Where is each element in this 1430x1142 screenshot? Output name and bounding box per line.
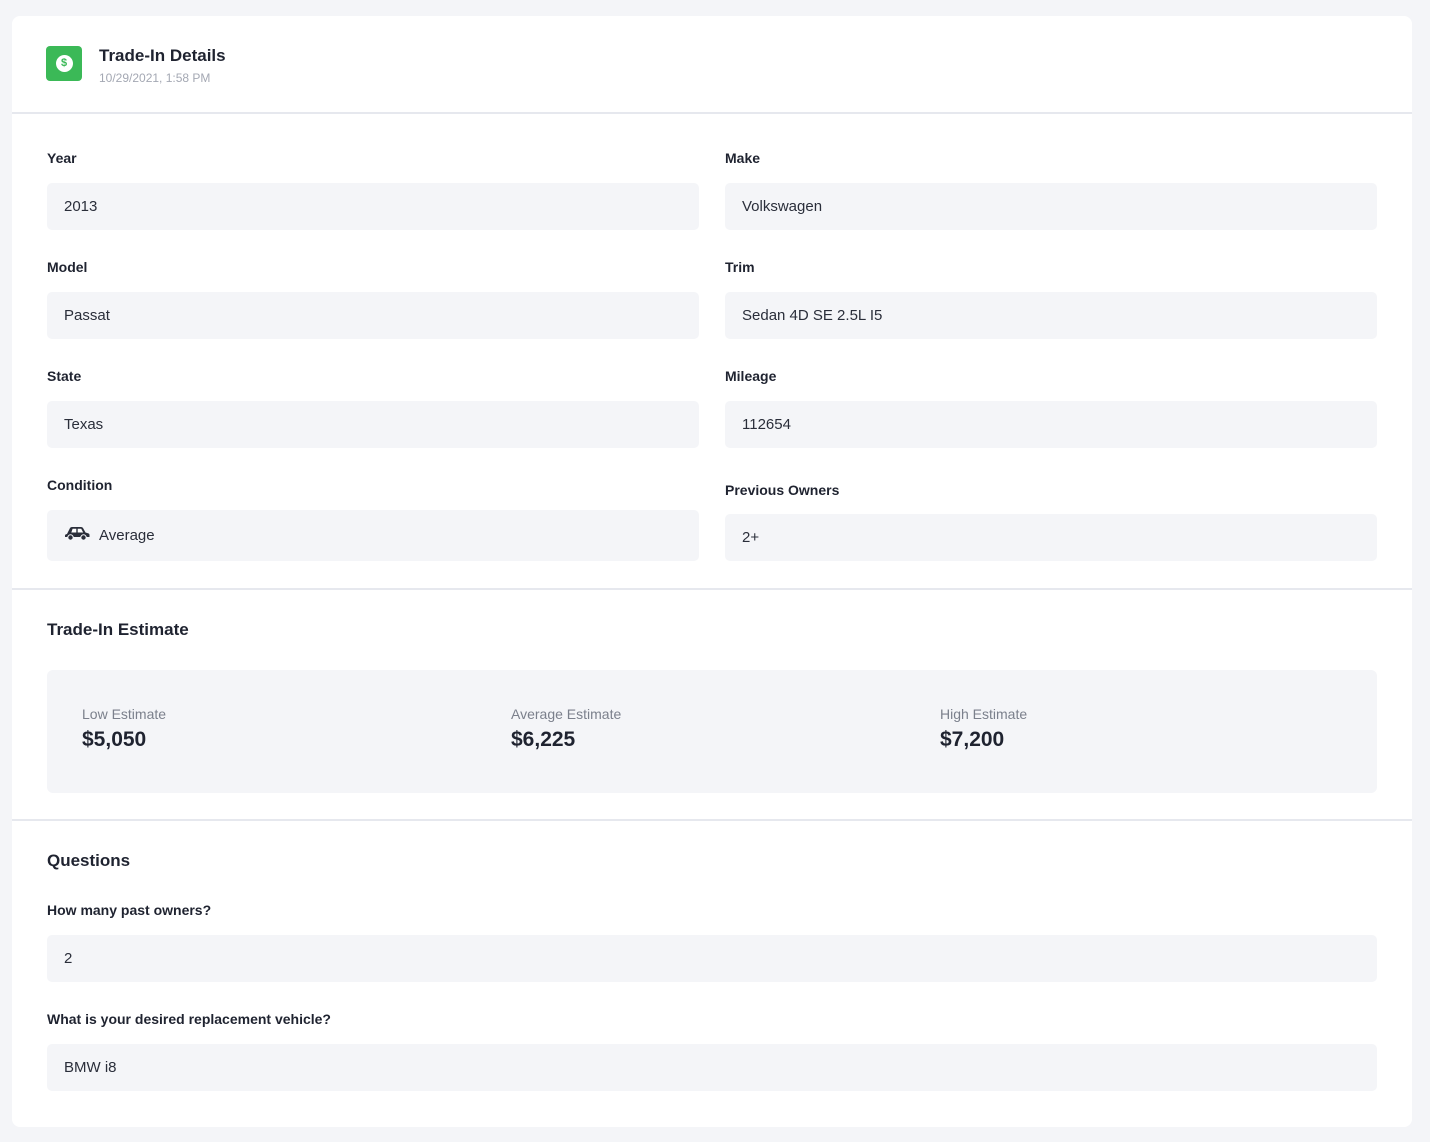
high-estimate-value: $7,200 — [940, 728, 1005, 751]
section-divider — [12, 588, 1412, 590]
trade-in-card: $ Trade-In Details 10/29/2021, 1:58 PM Y… — [12, 16, 1412, 1127]
dollar-coin-icon: $ — [46, 46, 82, 81]
dollar-glyph: $ — [55, 55, 73, 72]
question-label: How many past owners? — [47, 902, 212, 918]
previous-owners-label: Previous Owners — [725, 482, 840, 498]
condition-field[interactable]: Average — [47, 510, 699, 561]
condition-value: Average — [99, 527, 155, 544]
high-estimate: High Estimate $7,200 — [940, 706, 1027, 752]
make-field[interactable]: Volkswagen — [725, 183, 1377, 230]
low-estimate-value: $5,050 — [82, 728, 147, 751]
question-answer-field[interactable]: BMW i8 — [47, 1044, 1377, 1091]
condition-label: Condition — [47, 477, 113, 493]
low-estimate: Low Estimate $5,050 — [82, 706, 166, 752]
estimate-panel: Low Estimate $5,050 Average Estimate $6,… — [47, 670, 1377, 793]
low-estimate-label: Low Estimate — [82, 706, 167, 722]
model-field[interactable]: Passat — [47, 292, 699, 339]
questions-section-title: Questions — [47, 851, 131, 870]
card-header: $ Trade-In Details 10/29/2021, 1:58 PM — [12, 16, 1412, 114]
make-label: Make — [725, 150, 761, 166]
section-divider — [12, 819, 1412, 821]
average-estimate-value: $6,225 — [511, 728, 576, 751]
mileage-label: Mileage — [725, 368, 777, 384]
high-estimate-label: High Estimate — [940, 706, 1028, 722]
average-estimate-label: Average Estimate — [511, 706, 622, 722]
year-label: Year — [47, 150, 77, 166]
car-icon — [65, 526, 90, 541]
estimate-section-title: Trade-In Estimate — [47, 620, 189, 639]
model-label: Model — [47, 259, 88, 275]
trim-label: Trim — [725, 259, 755, 275]
question-label: What is your desired replacement vehicle… — [47, 1011, 331, 1027]
mileage-field[interactable]: 112654 — [725, 401, 1377, 448]
average-estimate: Average Estimate $6,225 — [511, 706, 621, 752]
trim-field[interactable]: Sedan 4D SE 2.5L I5 — [725, 292, 1377, 339]
timestamp: 10/29/2021, 1:58 PM — [99, 71, 211, 85]
state-field[interactable]: Texas — [47, 401, 699, 448]
previous-owners-field[interactable]: 2+ — [725, 514, 1377, 561]
year-field[interactable]: 2013 — [47, 183, 699, 230]
page-title: Trade-In Details — [99, 46, 226, 65]
question-answer-field[interactable]: 2 — [47, 935, 1377, 982]
state-label: State — [47, 368, 82, 384]
